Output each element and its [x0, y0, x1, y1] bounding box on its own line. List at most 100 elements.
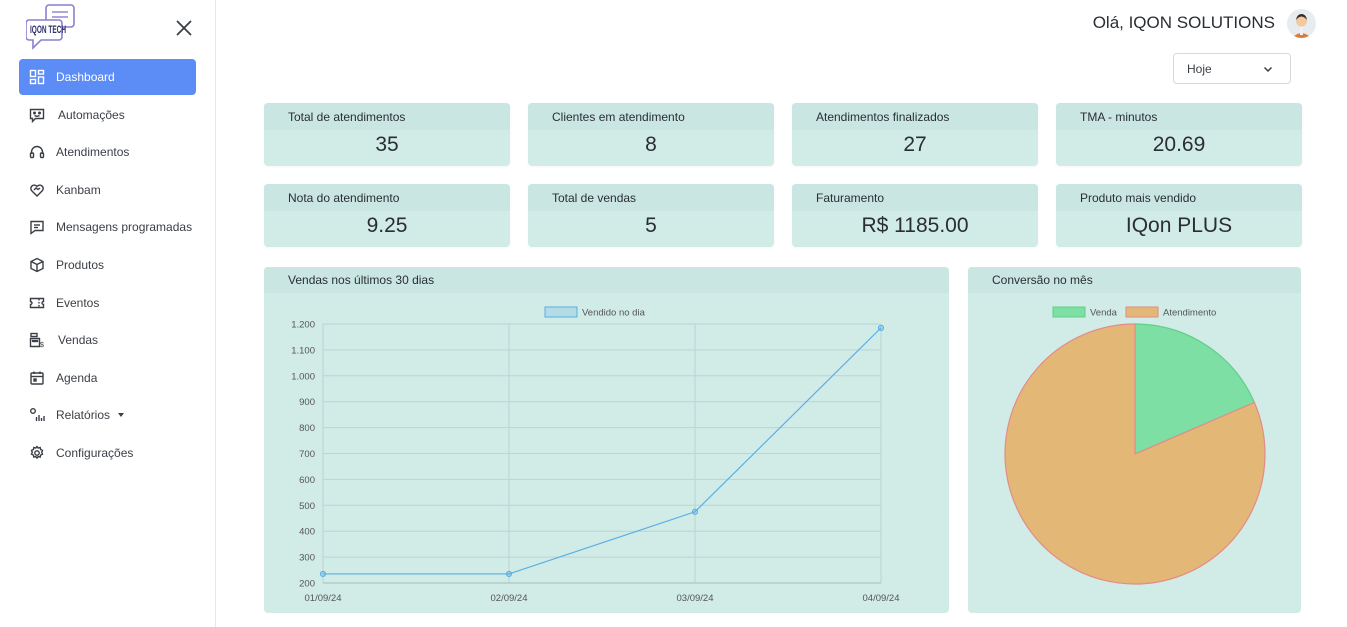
line-legend[interactable]: Vendido no dia: [544, 306, 646, 319]
sidebar-item-mensagens-programadas[interactable]: Mensagens programadas: [19, 209, 196, 245]
sidebar-item-relatorios[interactable]: Relatórios: [19, 397, 196, 433]
y-tick-label: 700: [299, 449, 315, 460]
sidebar-item-configuracoes[interactable]: Configurações: [19, 435, 196, 471]
x-tick-label: 04/09/24: [863, 593, 900, 604]
sidebar-item-label: Vendas: [58, 333, 99, 348]
data-point[interactable]: [877, 324, 885, 331]
sidebar-item-agenda[interactable]: Agenda: [19, 360, 196, 396]
stat-card-label: Total de vendas: [528, 184, 774, 211]
stat-card-faturamento: Faturamento R$ 1185.00: [792, 184, 1038, 247]
x-tick-label: 01/09/24: [305, 593, 342, 604]
ticket-icon: [28, 294, 46, 312]
y-tick-label: 800: [299, 423, 315, 434]
stat-card-total-atendimentos: Total de atendimentos 35: [264, 103, 510, 166]
caret-down-icon: [118, 413, 125, 418]
stat-card-value: 8: [645, 133, 657, 156]
y-tick-label: 900: [299, 397, 315, 408]
cash-register-icon: $: [28, 331, 46, 349]
sidebar-item-label: Relatórios: [56, 408, 111, 423]
y-tick-label: 400: [299, 527, 315, 538]
report-chart-icon: [28, 406, 46, 424]
headset-icon: [28, 143, 46, 161]
x-tick-label: 03/09/24: [677, 593, 714, 604]
legend-swatch: [544, 306, 578, 318]
legend-label: Venda: [1090, 308, 1118, 319]
stat-card-produto-mais-vendido: Produto mais vendido IQon PLUS: [1056, 184, 1302, 247]
y-tick-label: 500: [299, 501, 315, 512]
y-tick-label: 1.100: [291, 345, 315, 356]
stat-card-label: Atendimentos finalizados: [792, 103, 1038, 130]
legend-label: Atendimento: [1163, 308, 1216, 319]
close-icon[interactable]: [172, 16, 196, 40]
y-tick-label: 1.000: [291, 371, 315, 382]
sidebar-item-label: Configurações: [56, 445, 134, 460]
stat-card-value: 9.25: [366, 214, 408, 237]
svg-text:$: $: [40, 342, 44, 348]
calendar-icon: [28, 369, 46, 387]
conversion-pie-chart: Venda Atendimento: [1004, 306, 1266, 585]
period-select-value: Hoje: [1187, 61, 1212, 76]
stat-card-value: R$ 1185.00: [861, 214, 969, 237]
y-tick-label: 1.200: [291, 320, 315, 331]
sidebar-item-vendas[interactable]: $ Vendas: [19, 322, 196, 358]
sidebar-item-label: Agenda: [56, 370, 98, 385]
data-point[interactable]: [691, 508, 699, 515]
stat-card-total-vendas: Total de vendas 5: [528, 184, 774, 247]
x-tick-label: 02/09/24: [491, 593, 528, 604]
conversion-chart-panel: Conversão no mês Venda Atendimento: [968, 267, 1301, 613]
data-point[interactable]: [505, 570, 513, 578]
sidebar-item-automacoes[interactable]: Automações: [19, 97, 196, 133]
avatar[interactable]: [1287, 9, 1316, 38]
stat-card-label: Clientes em atendimento: [528, 103, 774, 130]
stat-card-value: 20.69: [1152, 133, 1206, 156]
legend-swatch: [1052, 306, 1086, 318]
box-icon: [28, 256, 46, 274]
stat-card-atendimentos-finalizados: Atendimentos finalizados 27: [792, 103, 1038, 166]
chat-robot-icon: [28, 106, 46, 124]
dashboard-icon: [28, 68, 46, 86]
sidebar-item-atendimentos[interactable]: Atendimentos: [19, 134, 196, 170]
chevron-down-icon: [1263, 66, 1273, 73]
legend-swatch: [1125, 306, 1159, 318]
data-point[interactable]: [319, 570, 327, 578]
stat-card-label: Nota do atendimento: [264, 184, 510, 211]
stat-card-value: IQon PLUS: [1125, 214, 1233, 237]
stat-card-value: 27: [903, 133, 927, 156]
sidebar-item-produtos[interactable]: Produtos: [19, 247, 196, 283]
conversion-chart-title: Conversão no mês: [968, 267, 1301, 293]
sidebar-nav: Dashboard Automações Atendimentos Kanbam…: [19, 59, 196, 473]
series-line: [323, 327, 882, 575]
stat-card-value: 35: [375, 133, 399, 156]
sidebar-item-label: Automações: [58, 107, 125, 122]
sales-line-chart: Vendido no dia 200 300 400 500 600 700 800 900 1.…: [291, 306, 900, 604]
logo-text: IQON TECH: [30, 24, 66, 36]
sales-chart-title: Vendas nos últimos 30 dias: [264, 267, 949, 293]
sales-chart-panel: Vendas nos últimos 30 dias Vendido no di…: [264, 267, 949, 613]
stat-card-tma: TMA - minutos 20.69: [1056, 103, 1302, 166]
user-avatar-icon: [1287, 9, 1316, 38]
heart-handshake-icon: [28, 181, 46, 199]
iqon-logo-icon[interactable]: IQON TECH: [26, 4, 78, 50]
stat-card-value: 5: [645, 214, 657, 237]
sidebar-item-kanbam[interactable]: Kanbam: [19, 172, 196, 208]
sidebar-item-eventos[interactable]: Eventos: [19, 285, 196, 321]
pie-legend[interactable]: Venda Atendimento: [1052, 306, 1216, 319]
y-tick-label: 600: [299, 475, 315, 486]
y-tick-label: 300: [299, 553, 315, 564]
stat-card-nota-atendimento: Nota do atendimento 9.25: [264, 184, 510, 247]
user-greeting: Olá, IQON SOLUTIONS: [1092, 13, 1275, 32]
sidebar-item-label: Atendimentos: [56, 145, 130, 160]
sidebar-item-dashboard[interactable]: Dashboard: [19, 59, 196, 95]
sidebar: IQON TECH Dashboard Automações Atendimen…: [0, 0, 216, 627]
y-tick-label: 200: [299, 579, 315, 590]
sidebar-item-label: Kanbam: [56, 182, 101, 197]
period-select[interactable]: Hoje: [1173, 53, 1291, 84]
stat-card-clientes-em-atendimento: Clientes em atendimento 8: [528, 103, 774, 166]
message-icon: [28, 218, 46, 236]
sidebar-item-label: Produtos: [56, 257, 105, 272]
stat-card-label: Produto mais vendido: [1056, 184, 1302, 211]
stat-card-label: Total de atendimentos: [264, 103, 510, 130]
stat-card-label: Faturamento: [792, 184, 1038, 211]
legend-label: Vendido no dia: [582, 308, 646, 319]
sidebar-item-label: Dashboard: [56, 70, 115, 84]
